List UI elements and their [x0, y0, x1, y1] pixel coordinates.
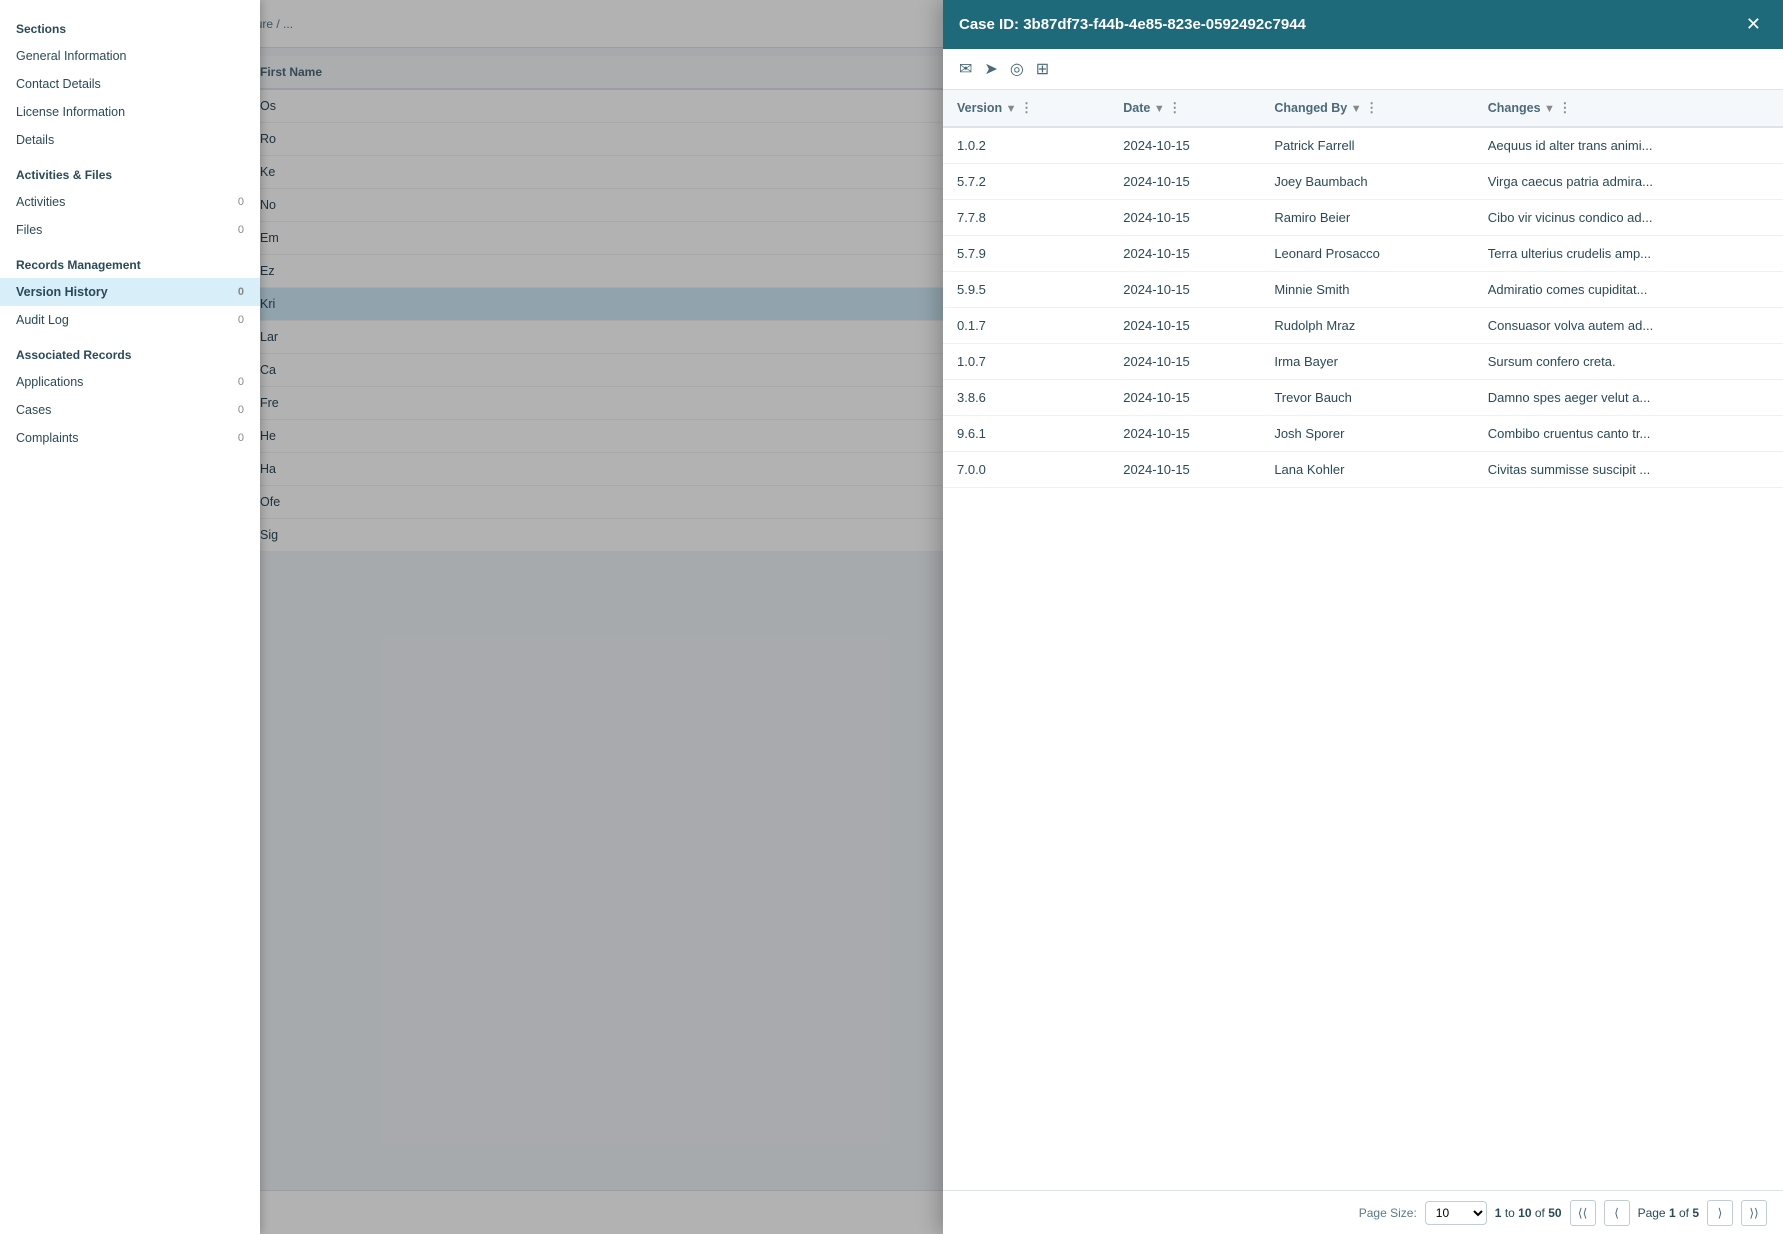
modal-panel-applications[interactable]: Applications 0 [0, 368, 260, 396]
col-version: Version ▼ ⋮ [943, 90, 1109, 127]
cell-date: 2024-10-15 [1109, 416, 1260, 452]
modal-panel-item-contact[interactable]: Contact Details [0, 70, 260, 98]
modal-sections-panel: Sections General Information Contact Det… [0, 0, 260, 1234]
modal-toolbar: ✉ ➤ ◎ ⊞ [943, 49, 1783, 90]
modal-activities-header: Activities & Files [0, 154, 260, 188]
cell-changed-by: Trevor Bauch [1260, 380, 1473, 416]
version-table-row[interactable]: 1.0.2 2024-10-15 Patrick Farrell Aequus … [943, 127, 1783, 164]
modal-panel-version-history[interactable]: Version History 0 [0, 278, 260, 306]
cell-version: 1.0.2 [943, 127, 1109, 164]
cell-date: 2024-10-15 [1109, 308, 1260, 344]
cell-version: 9.6.1 [943, 416, 1109, 452]
cell-changed-by: Minnie Smith [1260, 272, 1473, 308]
modal-next-page-btn[interactable]: ⟩ [1707, 1200, 1733, 1226]
cell-version: 1.0.7 [943, 344, 1109, 380]
version-table-row[interactable]: 5.7.9 2024-10-15 Leonard Prosacco Terra … [943, 236, 1783, 272]
cell-changes: Virga caecus patria admira... [1474, 164, 1783, 200]
cell-date: 2024-10-15 [1109, 272, 1260, 308]
changed-by-filter-icon[interactable]: ▼ [1351, 103, 1362, 115]
modal-overlay: Sections General Information Contact Det… [0, 0, 1783, 1234]
cell-version: 7.0.0 [943, 452, 1109, 488]
changes-filter-icon[interactable]: ▼ [1544, 103, 1555, 115]
cell-date: 2024-10-15 [1109, 127, 1260, 164]
cell-version: 5.7.9 [943, 236, 1109, 272]
cell-changes: Aequus id alter trans animi... [1474, 127, 1783, 164]
col-changed-by: Changed By ▼ ⋮ [1260, 90, 1473, 127]
cell-changed-by: Patrick Farrell [1260, 127, 1473, 164]
modal-panel-audit-log[interactable]: Audit Log 0 [0, 306, 260, 334]
cell-date: 2024-10-15 [1109, 344, 1260, 380]
modal-panel-cases[interactable]: Cases 0 [0, 396, 260, 424]
version-table-row[interactable]: 7.0.0 2024-10-15 Lana Kohler Civitas sum… [943, 452, 1783, 488]
cell-changed-by: Joey Baumbach [1260, 164, 1473, 200]
cell-changes: Damno spes aeger velut a... [1474, 380, 1783, 416]
modal-panel-item-general[interactable]: General Information [0, 42, 260, 70]
cell-changes: Terra ulterius crudelis amp... [1474, 236, 1783, 272]
version-filter-icon[interactable]: ▼ [1006, 103, 1017, 115]
version-table-row[interactable]: 7.7.8 2024-10-15 Ramiro Beier Cibo vir v… [943, 200, 1783, 236]
modal-page-size-label: Page Size: [1359, 1206, 1417, 1220]
modal-header: Case ID: 3b87df73-f44b-4e85-823e-0592492… [943, 0, 1783, 49]
modal-close-button[interactable]: ✕ [1740, 12, 1767, 37]
version-table-row[interactable]: 5.7.2 2024-10-15 Joey Baumbach Virga cae… [943, 164, 1783, 200]
view-icon[interactable]: ◎ [1010, 59, 1024, 79]
col-changes: Changes ▼ ⋮ [1474, 90, 1783, 127]
modal-first-page-btn[interactable]: ⟨⟨ [1570, 1200, 1596, 1226]
cell-date: 2024-10-15 [1109, 164, 1260, 200]
modal-panel-item-license[interactable]: License Information [0, 98, 260, 126]
cell-version: 0.1.7 [943, 308, 1109, 344]
cell-changed-by: Lana Kohler [1260, 452, 1473, 488]
cell-changed-by: Josh Sporer [1260, 416, 1473, 452]
print-icon[interactable]: ⊞ [1036, 59, 1049, 79]
modal-sections-header: Sections [0, 8, 260, 42]
cell-date: 2024-10-15 [1109, 380, 1260, 416]
cell-changes: Cibo vir vicinus condico ad... [1474, 200, 1783, 236]
modal-content: Version ▼ ⋮ Date ▼ ⋮ Changed By [943, 90, 1783, 1190]
cell-version: 5.9.5 [943, 272, 1109, 308]
version-history-table: Version ▼ ⋮ Date ▼ ⋮ Changed By [943, 90, 1783, 488]
version-table-row[interactable]: 1.0.7 2024-10-15 Irma Bayer Sursum confe… [943, 344, 1783, 380]
cell-changes: Sursum confero creta. [1474, 344, 1783, 380]
changes-more-icon[interactable]: ⋮ [1558, 100, 1571, 115]
col-date: Date ▼ ⋮ [1109, 90, 1260, 127]
modal-pagination: Page Size: 10 25 50 1 to 10 of 50 ⟨⟨ ⟨ P… [943, 1190, 1783, 1234]
cell-changes: Combibo cruentus canto tr... [1474, 416, 1783, 452]
version-table-row[interactable]: 0.1.7 2024-10-15 Rudolph Mraz Consuasor … [943, 308, 1783, 344]
cell-changed-by: Leonard Prosacco [1260, 236, 1473, 272]
version-table-row[interactable]: 5.9.5 2024-10-15 Minnie Smith Admiratio … [943, 272, 1783, 308]
modal-assoc-header: Associated Records [0, 334, 260, 368]
send-icon[interactable]: ➤ [984, 59, 997, 79]
version-more-icon[interactable]: ⋮ [1020, 100, 1033, 115]
modal-page-display: Page 1 of 5 [1638, 1206, 1699, 1220]
modal-page-size-select[interactable]: 10 25 50 [1425, 1201, 1487, 1225]
email-icon[interactable]: ✉ [959, 59, 972, 79]
cell-changes: Admiratio comes cupiditat... [1474, 272, 1783, 308]
changed-by-more-icon[interactable]: ⋮ [1365, 100, 1378, 115]
cell-changes: Consuasor volva autem ad... [1474, 308, 1783, 344]
cell-changes: Civitas summisse suscipit ... [1474, 452, 1783, 488]
modal-prev-page-btn[interactable]: ⟨ [1604, 1200, 1630, 1226]
modal-records-header: Records Management [0, 244, 260, 278]
date-more-icon[interactable]: ⋮ [1168, 100, 1181, 115]
version-table-row[interactable]: 3.8.6 2024-10-15 Trevor Bauch Damno spes… [943, 380, 1783, 416]
cell-changed-by: Irma Bayer [1260, 344, 1473, 380]
cell-version: 5.7.2 [943, 164, 1109, 200]
modal-panel-complaints[interactable]: Complaints 0 [0, 424, 260, 452]
cell-date: 2024-10-15 [1109, 236, 1260, 272]
cell-date: 2024-10-15 [1109, 200, 1260, 236]
cell-version: 7.7.8 [943, 200, 1109, 236]
modal-panel-files[interactable]: Files 0 [0, 216, 260, 244]
modal-last-page-btn[interactable]: ⟩⟩ [1741, 1200, 1767, 1226]
modal-panel-item-details[interactable]: Details [0, 126, 260, 154]
modal-title: Case ID: 3b87df73-f44b-4e85-823e-0592492… [959, 16, 1306, 33]
modal-page-range: 1 to 10 of 50 [1495, 1206, 1562, 1220]
detail-modal: Case ID: 3b87df73-f44b-4e85-823e-0592492… [943, 0, 1783, 1234]
version-table-row[interactable]: 9.6.1 2024-10-15 Josh Sporer Combibo cru… [943, 416, 1783, 452]
date-filter-icon[interactable]: ▼ [1154, 103, 1165, 115]
cell-date: 2024-10-15 [1109, 452, 1260, 488]
cell-version: 3.8.6 [943, 380, 1109, 416]
cell-changed-by: Ramiro Beier [1260, 200, 1473, 236]
cell-changed-by: Rudolph Mraz [1260, 308, 1473, 344]
modal-panel-activities[interactable]: Activities 0 [0, 188, 260, 216]
